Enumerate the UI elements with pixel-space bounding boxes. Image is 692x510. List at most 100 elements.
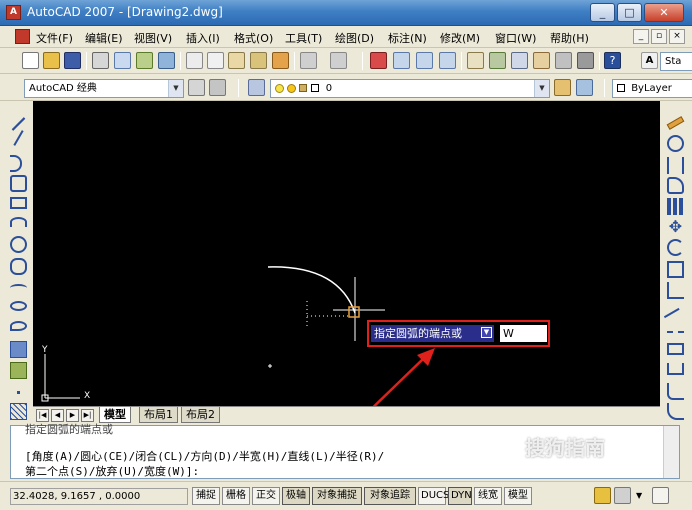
layer-combo[interactable]: 0 ▼ [270,79,550,98]
zoom-window-icon[interactable] [416,52,433,69]
move-icon[interactable]: ✥ [667,219,684,236]
minimize-button[interactable]: _ [590,3,615,22]
snap-toggle[interactable]: 捕捉 [192,487,220,505]
make-block-icon[interactable] [10,362,27,379]
rectangle-icon[interactable] [10,197,27,209]
calculator-icon[interactable] [577,52,594,69]
print-icon[interactable] [92,52,109,69]
match-properties-icon[interactable] [250,52,267,69]
3d-dwf-icon[interactable] [158,52,175,69]
sheet-set-icon[interactable] [533,52,550,69]
chamfer-icon[interactable] [667,383,684,400]
fillet-icon[interactable] [667,403,684,420]
close-button[interactable]: ✕ [644,3,684,22]
copy-icon[interactable] [207,52,224,69]
trim-icon[interactable] [663,307,688,332]
menu-format[interactable]: 格式(O) [234,30,273,46]
layer-previous-icon[interactable] [576,79,593,96]
properties-icon[interactable] [467,52,484,69]
workspace-settings-icon[interactable] [188,79,205,96]
ellipse-arc-icon[interactable] [10,321,27,331]
doc-close-button[interactable]: × [669,29,685,44]
color-combo[interactable]: ByLayer [612,79,692,98]
dyn-toggle[interactable]: DYN [448,487,472,505]
menu-help[interactable]: 帮助(H) [550,30,589,46]
model-toggle[interactable]: 模型 [504,487,532,505]
revision-cloud-icon[interactable] [10,258,27,275]
menu-window[interactable]: 窗口(W) [495,30,536,46]
tool-palettes-icon[interactable] [511,52,528,69]
layer-properties-icon[interactable] [248,79,265,96]
paste-icon[interactable] [228,52,245,69]
save-icon[interactable] [64,52,81,69]
polyline-icon[interactable] [10,155,22,172]
pan-icon[interactable] [370,52,387,69]
doc-minimize-button[interactable]: _ [633,29,649,44]
polar-toggle[interactable]: 极轴 [282,487,310,505]
stretch-icon[interactable] [667,282,684,299]
text-style-icon[interactable]: A [641,52,658,69]
ortho-toggle[interactable]: 正交 [252,487,280,505]
offset-icon[interactable] [667,177,684,194]
maximize-button[interactable]: □ [617,3,642,22]
copy-object-icon[interactable] [667,135,684,152]
line-icon[interactable] [11,117,26,131]
zoom-realtime-icon[interactable] [393,52,410,69]
menu-edit[interactable]: 编辑(E) [85,30,123,46]
rotate-icon[interactable] [667,239,684,256]
lineweight-toggle[interactable]: 线宽 [474,487,502,505]
circle-icon[interactable] [10,236,27,253]
zoom-previous-icon[interactable] [439,52,456,69]
scale-icon[interactable] [667,261,684,278]
document-icon[interactable] [15,29,30,44]
mirror-icon[interactable] [667,157,684,174]
help-icon[interactable]: ? [604,52,621,69]
doc-restore-button[interactable]: ▫ [651,29,667,44]
break-icon[interactable] [667,343,684,355]
text-style-combo[interactable]: Sta [660,52,692,71]
markup-icon[interactable] [555,52,572,69]
publish-icon[interactable] [136,52,153,69]
join-icon[interactable] [667,363,684,375]
arc-icon[interactable] [10,217,27,227]
workspace-combo[interactable]: AutoCAD 经典 ▼ [24,79,184,98]
menu-modify[interactable]: 修改(M) [440,30,480,46]
otrack-toggle[interactable]: 对象追踪 [364,487,416,505]
grid-toggle[interactable]: 栅格 [222,487,250,505]
tab-layout2[interactable]: 布局2 [181,407,220,423]
spline-icon[interactable] [10,284,27,292]
menu-file[interactable]: 文件(F) [36,30,73,46]
block-editor-icon[interactable] [272,52,289,69]
comm-center-icon[interactable] [594,487,611,504]
polygon-icon[interactable] [10,175,27,192]
workspace-save-icon[interactable] [209,79,226,96]
status-menu-icon[interactable]: ▼ [636,491,642,500]
menu-dimension[interactable]: 标注(N) [388,30,427,46]
coordinates-display[interactable]: 32.4028, 9.1657 , 0.0000 [10,488,188,505]
cut-icon[interactable] [186,52,203,69]
new-icon[interactable] [22,52,39,69]
ellipse-icon[interactable] [10,301,27,311]
clean-screen-icon[interactable] [652,487,669,504]
menu-draw[interactable]: 绘图(D) [335,30,374,46]
menu-view[interactable]: 视图(V) [134,30,172,46]
down-arrow-icon[interactable]: ▼ [481,327,492,338]
insert-block-icon[interactable] [10,341,27,358]
make-layer-current-icon[interactable] [554,79,571,96]
ducs-toggle[interactable]: DUCS [418,487,449,505]
osnap-toggle[interactable]: 对象捕捉 [312,487,362,505]
design-center-icon[interactable] [489,52,506,69]
array-icon[interactable] [667,198,684,215]
lock-icon[interactable] [614,487,631,504]
construction-line-icon[interactable] [13,130,24,146]
dynamic-input-field[interactable]: W [500,325,547,342]
erase-icon[interactable] [666,116,685,130]
point-icon[interactable] [17,391,20,394]
open-icon[interactable] [43,52,60,69]
drawing-canvas[interactable]: Y X [33,101,660,406]
print-preview-icon[interactable] [114,52,131,69]
menu-insert[interactable]: 插入(I) [186,30,220,46]
undo-icon[interactable] [300,52,317,69]
hatch-icon[interactable] [10,403,27,420]
menu-tools[interactable]: 工具(T) [285,30,322,46]
